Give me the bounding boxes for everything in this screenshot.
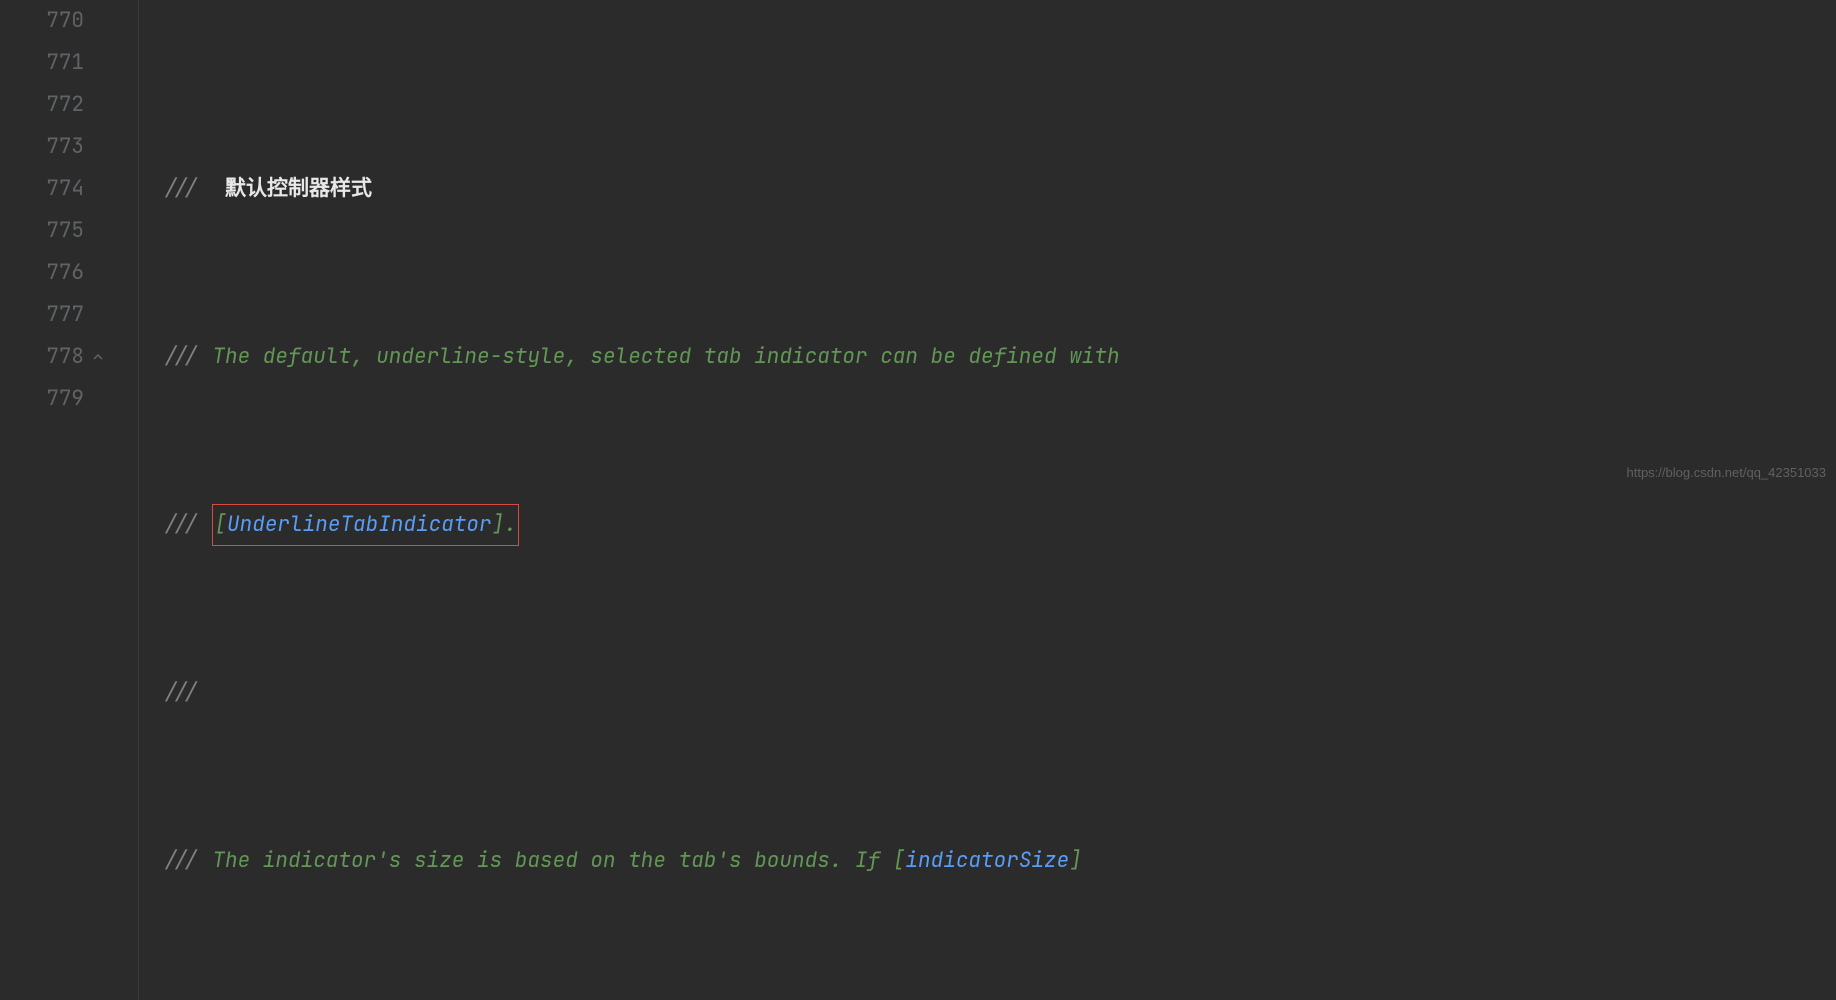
code-text-area[interactable]: /// 默认控制器样式 /// The default, underline-s… <box>110 0 1120 1000</box>
doc-comment-text <box>200 511 213 538</box>
doc-comment-slash: /// <box>162 511 200 538</box>
line-number: 771 <box>0 42 84 84</box>
code-line: /// 默认控制器样式 <box>162 168 1120 210</box>
line-number-text: 778 <box>46 343 84 370</box>
line-number: 770 <box>0 0 84 42</box>
indent-guide <box>138 0 139 1000</box>
line-number: 774 <box>0 168 84 210</box>
doc-comment-slash: /// <box>162 343 200 370</box>
line-number: 777 <box>0 294 84 336</box>
doc-comment-slash: /// <box>162 847 200 874</box>
watermark-text: https://blog.csdn.net/qq_42351033 <box>1627 452 1827 494</box>
doc-bracket: ]. <box>492 511 517 538</box>
code-line: /// <box>162 672 1120 714</box>
code-line: /// The default, underline-style, select… <box>162 336 1120 378</box>
code-line: /// The indicator's size is based on the… <box>162 840 1120 882</box>
line-number: 773 <box>0 126 84 168</box>
doc-bracket: [ <box>214 511 227 538</box>
doc-comment-text: The default, underline-style, selected t… <box>200 343 1120 370</box>
doc-comment-text: The indicator's size is based on the tab… <box>200 847 906 874</box>
highlight-box: [UnderlineTabIndicator]. <box>212 504 518 546</box>
code-editor: 770 771 772 773 774 775 776 777 778 779 … <box>0 0 1836 1000</box>
doc-comment-slash: /// <box>162 175 200 202</box>
doc-link[interactable]: indicatorSize <box>905 847 1069 874</box>
line-number: 778 <box>0 336 84 378</box>
doc-link[interactable]: UnderlineTabIndicator <box>227 511 492 538</box>
code-line: /// [UnderlineTabIndicator]. <box>162 504 1120 546</box>
line-number: 775 <box>0 210 84 252</box>
fold-collapse-icon[interactable] <box>90 349 106 365</box>
line-number-gutter: 770 771 772 773 774 775 776 777 778 779 <box>0 0 110 1000</box>
doc-comment-bold: 默认控制器样式 <box>200 175 372 202</box>
line-number: 776 <box>0 252 84 294</box>
line-number: 772 <box>0 84 84 126</box>
doc-comment-slash: /// <box>162 679 200 706</box>
doc-bracket: ] <box>1069 847 1082 874</box>
line-number: 779 <box>0 378 84 420</box>
